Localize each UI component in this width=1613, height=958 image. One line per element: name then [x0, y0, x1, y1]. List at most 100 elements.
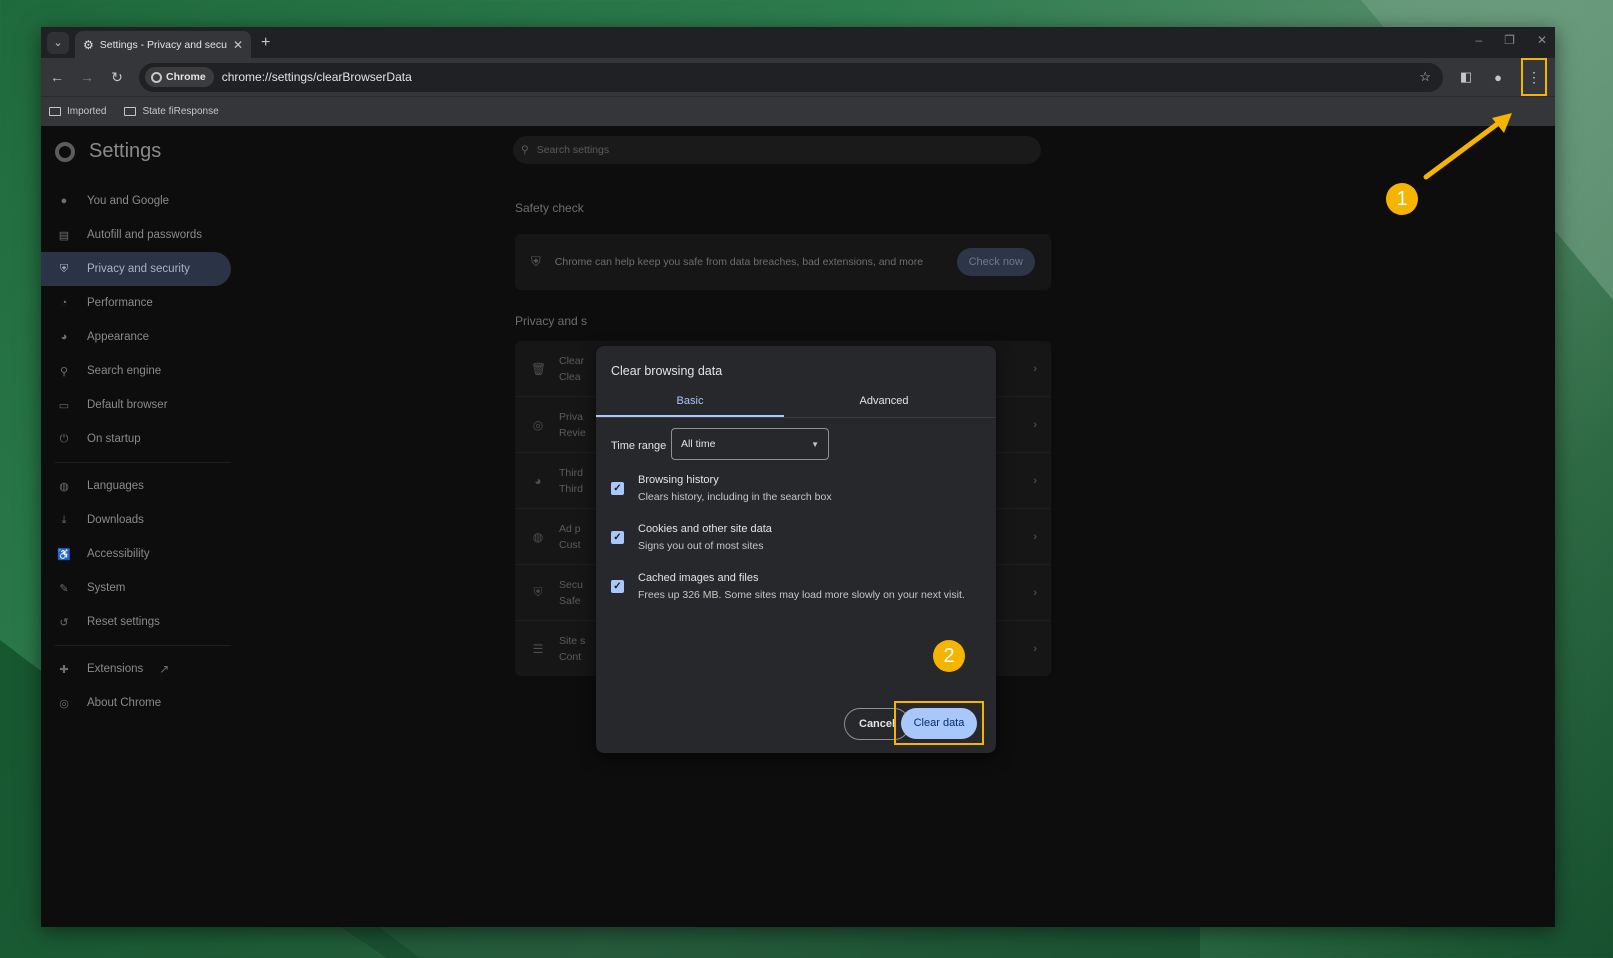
sidebar-item-privacy[interactable]: ⛨ Privacy and security: [41, 252, 231, 286]
row-title: Ad p: [559, 522, 581, 535]
url-text[interactable]: chrome://settings/clearBrowserData: [222, 70, 1412, 84]
bookmark-label: State fiResponse: [142, 106, 219, 117]
sidebar-item-system[interactable]: ✎ System: [41, 571, 231, 605]
restore-icon[interactable]: ❐: [1504, 33, 1515, 47]
row-subtitle: Cust: [559, 538, 581, 551]
sidebar-item-languages[interactable]: ◍ Languages: [41, 469, 231, 503]
profile-icon[interactable]: ●: [1489, 70, 1507, 85]
sidebar-item-default-browser[interactable]: ▭ Default browser: [41, 388, 231, 422]
sidebar-item-on-startup[interactable]: ⏻ On startup: [41, 422, 231, 456]
bookmark-label: Imported: [67, 106, 107, 117]
annotation-arrow: [1423, 113, 1512, 180]
checkbox-checked-icon[interactable]: ✓: [611, 531, 624, 544]
chrome-icon: [151, 71, 162, 83]
sidebar-item-extensions[interactable]: ✚ Extensions ↗: [41, 652, 231, 686]
row-title: Site s: [559, 635, 586, 647]
tab-advanced[interactable]: Advanced: [784, 388, 984, 417]
site-chip-label: Chrome: [166, 71, 206, 83]
safety-text: Chrome can help keep you safe from data …: [554, 256, 924, 268]
palette-icon: ◕: [60, 331, 68, 343]
sidebar-item-accessibility[interactable]: ♿ Accessibility: [41, 537, 231, 571]
time-range-select[interactable]: All time ▼: [671, 428, 829, 460]
chevron-right-icon: ›: [1033, 362, 1037, 375]
person-icon: ●: [60, 195, 68, 207]
toolbar: ← → ↻ Chrome chrome://settings/clearBrow…: [41, 58, 1555, 96]
sidebar-divider: [55, 462, 231, 463]
trash-icon: 🗑: [531, 361, 547, 376]
row-title: Clear: [559, 354, 585, 367]
option-title: Cookies and other site data: [638, 523, 772, 535]
sidebar-item-search-engine[interactable]: ⚲ Search engine: [41, 354, 231, 388]
row-subtitle: Third: [559, 482, 583, 495]
forward-icon[interactable]: →: [79, 69, 95, 85]
option-browsing-history[interactable]: ✓ Browsing history Clears history, inclu…: [611, 474, 832, 503]
window-controls: – ❐ ✕: [1475, 33, 1547, 47]
star-icon[interactable]: ☆: [1419, 69, 1431, 85]
tab-title: Settings - Privacy and security: [99, 38, 227, 51]
chevron-right-icon: ›: [1033, 530, 1037, 543]
chevron-right-icon: ›: [1033, 586, 1037, 599]
row-title: Priva: [559, 410, 583, 423]
more-menu-button[interactable]: ⋮: [1521, 58, 1547, 96]
sidebar-item-you-and-google[interactable]: ● You and Google: [41, 184, 231, 218]
bookmarks-bar: Imported State fiResponse: [41, 96, 1555, 126]
bookmark-folder[interactable]: Imported: [49, 106, 106, 117]
sidebar-item-label: Autofill and passwords: [87, 229, 203, 241]
caret-down-icon: ▼: [811, 439, 819, 449]
cookie-icon: ◕: [534, 473, 542, 488]
reload-icon[interactable]: ↻: [109, 69, 125, 86]
clipboard-icon: ▤: [58, 229, 70, 242]
sidebar-item-performance[interactable]: ◔ Performance: [41, 286, 231, 320]
back-icon[interactable]: ←: [49, 69, 65, 85]
address-bar[interactable]: Chrome chrome://settings/clearBrowserDat…: [139, 62, 1443, 92]
tab-search-button[interactable]: ⌄: [47, 31, 69, 54]
close-icon[interactable]: ✕: [233, 38, 243, 52]
plus-icon[interactable]: +: [261, 34, 270, 52]
chevron-right-icon: ›: [1033, 474, 1037, 487]
settings-sidebar: ● You and Google ▤ Autofill and passwords …: [41, 184, 231, 720]
sidebar-item-label: Appearance: [87, 331, 150, 343]
sidebar-item-appearance[interactable]: ◕ Appearance: [41, 320, 231, 354]
step-badge-2: 2: [933, 640, 965, 672]
sidebar-item-label: About Chrome: [87, 697, 162, 709]
sidebar-item-reset[interactable]: ↺ Reset settings: [41, 605, 231, 639]
time-range-value: All time: [681, 438, 716, 450]
sidebar-item-about[interactable]: ◎ About Chrome: [41, 686, 231, 720]
option-title: Browsing history: [638, 474, 719, 486]
section-title: Safety check: [515, 201, 584, 215]
wrench-icon: ✎: [59, 582, 69, 595]
page-title: Settings: [89, 140, 162, 162]
clear-data-button[interactable]: Clear data: [900, 707, 978, 739]
sidebar-item-label: You and Google: [87, 195, 170, 207]
tab-basic[interactable]: Basic: [596, 388, 784, 417]
checkbox-checked-icon[interactable]: ✓: [611, 580, 624, 593]
external-link-icon: ↗: [159, 662, 170, 676]
power-icon: ⏻: [59, 432, 69, 445]
browser-icon: ▭: [58, 399, 70, 412]
sidebar-item-label: Accessibility: [87, 548, 150, 560]
search-input[interactable]: ⚲ Search settings: [513, 136, 1041, 164]
checkbox-checked-icon[interactable]: ✓: [611, 482, 624, 495]
option-title: Cached images and files: [638, 572, 759, 584]
tab-settings[interactable]: ⚙ Settings - Privacy and security ✕: [75, 31, 251, 58]
compass-icon: ◎: [532, 417, 544, 432]
row-subtitle: Cont: [559, 651, 582, 663]
sliders-icon: ☰: [532, 642, 544, 656]
minimize-icon[interactable]: –: [1475, 33, 1482, 47]
sidebar-item-autofill[interactable]: ▤ Autofill and passwords: [41, 218, 231, 252]
option-cookies[interactable]: ✓ Cookies and other site data Signs you …: [611, 523, 772, 552]
sidebar-item-label: Default browser: [87, 399, 168, 411]
browser-window: ⌄ ⚙ Settings - Privacy and security ✕ + …: [41, 27, 1555, 927]
time-range-label: Time range: [611, 440, 667, 452]
safety-check-card: ⛨ Chrome can help keep you safe from dat…: [515, 234, 1051, 290]
option-cached-images[interactable]: ✓ Cached images and files Frees up 326 M…: [611, 572, 965, 601]
check-now-button[interactable]: Check now: [956, 248, 1035, 276]
sidebar-item-downloads[interactable]: ⤓ Downloads: [41, 503, 231, 537]
site-chip[interactable]: Chrome: [145, 67, 214, 87]
close-window-icon[interactable]: ✕: [1537, 33, 1547, 47]
ad-icon: ◍: [532, 529, 544, 544]
gauge-icon: ◔: [60, 297, 68, 309]
side-panel-icon[interactable]: ◧: [1457, 69, 1475, 85]
chrome-icon: ◎: [59, 697, 69, 710]
bookmark-folder[interactable]: State fiResponse: [124, 106, 219, 117]
